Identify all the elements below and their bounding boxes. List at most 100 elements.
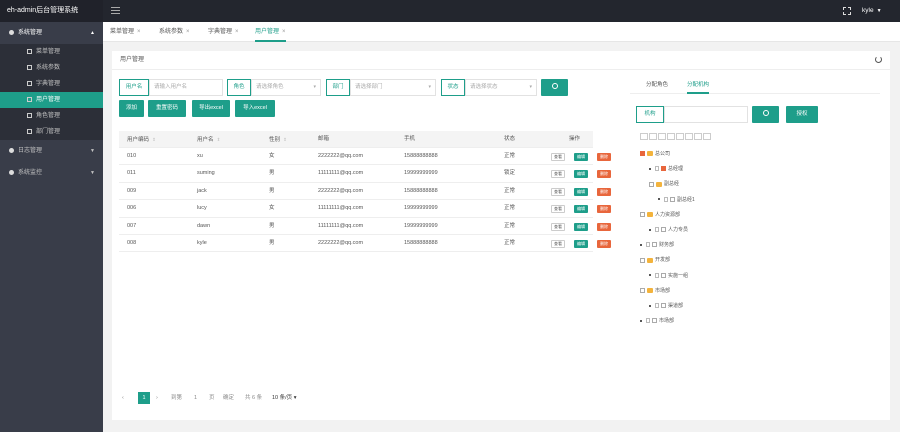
- tab-users[interactable]: 用户管理 ×: [255, 22, 286, 42]
- reset-password-button[interactable]: 重置密码: [148, 100, 186, 117]
- prev-page-icon[interactable]: ‹: [122, 392, 124, 404]
- refresh-icon[interactable]: [875, 56, 882, 63]
- tree-tool-icon[interactable]: [685, 133, 693, 140]
- authorize-button[interactable]: 授权: [786, 106, 818, 123]
- checkbox[interactable]: [670, 196, 675, 202]
- tab-assign-roles[interactable]: 分配角色: [646, 78, 668, 94]
- cell-code: 010: [127, 153, 137, 159]
- edit-button[interactable]: 编辑: [574, 170, 588, 179]
- total-count: 共 6 条: [245, 395, 263, 401]
- checkbox[interactable]: [661, 272, 666, 278]
- view-button[interactable]: 查看: [551, 205, 565, 214]
- checkbox[interactable]: [640, 151, 645, 157]
- role-select[interactable]: 请选择角色: [251, 79, 321, 96]
- view-button[interactable]: 查看: [551, 153, 565, 161]
- checkbox[interactable]: [649, 181, 654, 187]
- tree-node[interactable]: 实施一组: [649, 271, 688, 281]
- column-header[interactable]: 用户名 ⇕: [197, 131, 220, 149]
- tree-node[interactable]: 市场部: [640, 286, 670, 296]
- checkbox[interactable]: [652, 242, 657, 248]
- edit-button[interactable]: 编辑: [574, 239, 588, 248]
- table-row: 006 lucy 女 11111111@qq.com 19999999999 正常 查看 编辑…: [119, 200, 611, 218]
- sidebar-item-users[interactable]: 用户管理: [0, 92, 103, 108]
- checkbox[interactable]: [640, 287, 645, 293]
- fullscreen-icon[interactable]: [843, 7, 851, 15]
- view-button[interactable]: 查看: [551, 239, 565, 248]
- close-icon[interactable]: ×: [235, 29, 239, 35]
- tree-tool-icon[interactable]: [694, 133, 702, 140]
- sidebar-group-logs[interactable]: 日志管理 ▼: [0, 140, 103, 162]
- view-button[interactable]: 查看: [551, 187, 565, 196]
- tree-tool-icon[interactable]: [640, 133, 648, 140]
- tree-node[interactable]: 副总经: [649, 179, 679, 189]
- add-button[interactable]: 添加: [119, 100, 144, 117]
- delete-button[interactable]: 删除: [597, 170, 611, 179]
- edit-button[interactable]: 编辑: [574, 187, 588, 196]
- delete-button[interactable]: 删除: [597, 222, 611, 231]
- tree-node[interactable]: 渠道部: [649, 301, 683, 311]
- org-input[interactable]: [664, 106, 748, 123]
- tab-params[interactable]: 系统参数 ×: [159, 22, 190, 42]
- import-excel-button[interactable]: 导入excel: [235, 100, 275, 117]
- tree-node[interactable]: 市场部: [640, 316, 674, 326]
- goto-input[interactable]: 1: [194, 392, 197, 404]
- status-select[interactable]: 请选择状态: [465, 79, 537, 96]
- tree-node[interactable]: 总公司: [640, 149, 670, 159]
- sidebar-item-menu[interactable]: 菜单管理: [0, 44, 103, 60]
- sidebar-item-params[interactable]: 系统参数: [0, 60, 103, 76]
- sidebar-item-roles[interactable]: 角色管理: [0, 108, 103, 124]
- checkbox[interactable]: [640, 211, 645, 217]
- checkbox[interactable]: [652, 318, 657, 324]
- monitor-icon: [9, 169, 14, 175]
- menu-toggle-icon[interactable]: [111, 7, 120, 15]
- tree-node-label: 市场部: [659, 318, 675, 325]
- tree-node[interactable]: 人力专员: [649, 225, 688, 235]
- checkbox[interactable]: [640, 257, 645, 263]
- sidebar-group-monitor[interactable]: 系统监控 ▼: [0, 162, 103, 184]
- search-button[interactable]: [541, 79, 568, 96]
- sidebar-item-dict[interactable]: 字典管理: [0, 76, 103, 92]
- tree-node[interactable]: 财务部: [640, 240, 674, 250]
- sidebar-group-system[interactable]: 系统管理 ▲: [0, 22, 103, 44]
- column-header[interactable]: 性别 ⇕: [269, 131, 287, 149]
- page-number-current[interactable]: 1: [138, 392, 150, 404]
- edit-button[interactable]: 编辑: [574, 205, 588, 214]
- sidebar-item-label: 角色管理: [36, 113, 61, 119]
- next-page-icon[interactable]: ›: [156, 392, 158, 404]
- tab-dict[interactable]: 字典管理 ×: [208, 22, 239, 42]
- export-excel-button[interactable]: 导出excel: [192, 100, 230, 117]
- view-button[interactable]: 查看: [551, 170, 565, 179]
- username-input[interactable]: 请输入用户名: [149, 79, 223, 96]
- user-menu[interactable]: kyle ▼: [862, 0, 882, 22]
- checkbox[interactable]: [661, 166, 666, 172]
- page-size-select[interactable]: 10 条/页 ▾: [272, 392, 296, 404]
- tree-tool-icon[interactable]: [676, 133, 684, 140]
- tree-node[interactable]: 开发部: [640, 255, 670, 265]
- tree-node[interactable]: 人力资源部: [640, 210, 680, 220]
- org-search-button[interactable]: [752, 106, 779, 123]
- sidebar-item-depts[interactable]: 部门管理: [0, 124, 103, 140]
- edit-button[interactable]: 编辑: [574, 153, 588, 161]
- delete-button[interactable]: 删除: [597, 187, 611, 196]
- edit-button[interactable]: 编辑: [574, 222, 588, 231]
- tree-tool-icon[interactable]: [667, 133, 675, 140]
- confirm-button[interactable]: 确定: [223, 392, 234, 404]
- tab-assign-orgs[interactable]: 分配机构: [687, 78, 710, 94]
- column-header[interactable]: 用户编码 ⇕: [127, 131, 156, 149]
- tree-tool-icon[interactable]: [649, 133, 657, 140]
- tree-tool-icon[interactable]: [703, 133, 711, 140]
- checkbox[interactable]: [661, 303, 666, 309]
- dept-select[interactable]: 请选择部门: [350, 79, 436, 96]
- checkbox[interactable]: [661, 227, 666, 233]
- close-icon[interactable]: ×: [137, 29, 141, 35]
- delete-button[interactable]: 删除: [597, 153, 611, 161]
- delete-button[interactable]: 删除: [597, 239, 611, 248]
- tab-menu[interactable]: 菜单管理 ×: [110, 22, 141, 42]
- view-button[interactable]: 查看: [551, 222, 565, 231]
- close-icon[interactable]: ×: [186, 29, 190, 35]
- delete-button[interactable]: 删除: [597, 205, 611, 214]
- tree-node[interactable]: 总经理: [649, 164, 683, 174]
- close-icon[interactable]: ×: [282, 29, 286, 35]
- tree-tool-icon[interactable]: [658, 133, 666, 140]
- tree-node[interactable]: 副总经1: [658, 195, 695, 205]
